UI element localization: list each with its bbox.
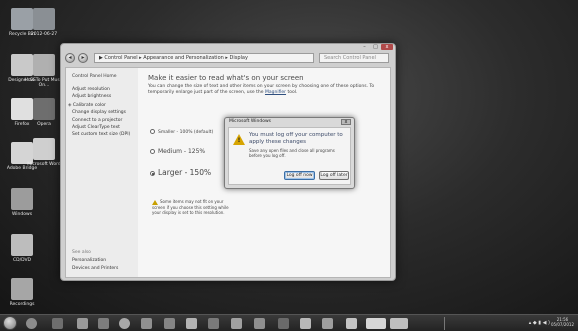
close-button[interactable]: x (381, 44, 393, 50)
forward-button[interactable]: ▸ (78, 53, 88, 63)
devices-printers-link[interactable]: Devices and Printers (72, 266, 118, 271)
dialog-title: Microsoft Windows (229, 119, 271, 124)
app-icon (11, 188, 33, 210)
maximize-button[interactable]: □ (371, 44, 380, 50)
control-panel-taskbar-button[interactable] (366, 318, 386, 329)
minimize-button[interactable]: – (360, 44, 369, 50)
shortcut-icon (33, 54, 55, 76)
option-smaller[interactable]: Smaller - 100% (default) (150, 129, 213, 135)
desktop-icon-opera[interactable]: Opera (24, 98, 64, 127)
left-pane: Control Panel Home Adjust resolution Adj… (66, 68, 138, 277)
log-off-now-button[interactable]: Log off now (284, 171, 315, 180)
option-larger[interactable]: Larger - 150% (150, 168, 211, 177)
clock[interactable]: 21:56 05/07/2012 (551, 317, 574, 327)
desktop-icon-word[interactable]: Microsoft Word (24, 138, 64, 167)
desktop-icon-folder[interactable]: 2012-06-27 (24, 8, 64, 37)
desktop-icon-windows[interactable]: Windows (2, 188, 42, 217)
app-icon[interactable] (231, 318, 242, 329)
skype-icon[interactable] (186, 318, 197, 329)
taskbar: ▴ ◆ ▮ ◀ ) 21:56 05/07/2012 (0, 314, 578, 331)
calibrate-color-label: Calibrate color (72, 103, 106, 108)
radio-button[interactable] (150, 149, 155, 154)
radio-button-selected[interactable] (150, 170, 155, 176)
dialog-subtext: Save any open files and close all progra… (249, 148, 335, 158)
app-icon (11, 278, 33, 300)
change-display-settings-link[interactable]: Change display settings (72, 110, 126, 115)
page-title: Make it easier to read what's on your sc… (148, 74, 304, 82)
description-text: You can change the size of text and othe… (148, 84, 375, 95)
dialog-body: ! You must log off your computer to appl… (228, 127, 351, 185)
adjust-cleartype-link[interactable]: Adjust ClearType text (72, 125, 120, 130)
address-bar[interactable]: ▶ Control Panel ▸ Appearance and Persona… (94, 53, 314, 63)
note-text: Some items may not fit on your screen if… (152, 199, 229, 215)
window-titlebar: – □ x (61, 44, 395, 50)
desktop-icon-recordings[interactable]: Recordings (2, 278, 42, 307)
app-icon[interactable] (254, 318, 265, 329)
desktop-icon-cd[interactable]: CD/DVD (2, 234, 42, 263)
shield-icon: ◈ (68, 103, 72, 108)
app-icon[interactable] (208, 318, 219, 329)
desktop: Recycle Bin 2012-06-27 Designer CS How T… (0, 0, 578, 314)
media-player-icon[interactable] (52, 318, 63, 329)
back-button[interactable]: ◂ (65, 53, 75, 63)
excel-icon[interactable] (98, 318, 109, 329)
system-tray[interactable]: ▴ ◆ ▮ ◀ ) (529, 320, 550, 326)
app-icon[interactable] (346, 318, 357, 329)
active-window-taskbar-button[interactable] (390, 318, 408, 329)
adjust-resolution-link[interactable]: Adjust resolution (72, 87, 110, 92)
taskbar-separator (444, 317, 445, 330)
document-icon (33, 138, 55, 160)
option-label: Larger - 150% (158, 168, 212, 177)
app-icon (33, 98, 55, 120)
dialog-close-button[interactable]: x (341, 119, 351, 125)
app-icon[interactable] (141, 318, 152, 329)
folder-icon (33, 8, 55, 30)
exclamation-icon: ! (237, 137, 241, 144)
connect-projector-link[interactable]: Connect to a projector (72, 118, 122, 123)
chrome-icon[interactable] (119, 318, 130, 329)
ie-icon[interactable] (26, 318, 37, 329)
resolution-note: Some items may not fit on your screen if… (152, 199, 232, 215)
personalization-link[interactable]: Personalization (72, 258, 106, 263)
description-end: tool. (287, 90, 298, 95)
dialog-message: You must log off your computer to apply … (249, 132, 343, 145)
app-icon[interactable] (164, 318, 175, 329)
clock-date: 05/07/2012 (550, 322, 574, 327)
log-off-dialog: Microsoft Windows x ! You must log off y… (224, 117, 355, 189)
custom-text-size-link[interactable]: Set custom text size (DPI) (72, 132, 130, 137)
option-label: Smaller - 100% (default) (158, 130, 214, 135)
calibrate-color-link[interactable]: ◈ Calibrate color (68, 103, 106, 108)
desktop-icon-music[interactable]: How To Put Music On... (24, 54, 64, 88)
mail-icon[interactable] (77, 318, 88, 329)
start-button[interactable] (3, 316, 17, 330)
radio-button[interactable] (150, 129, 155, 134)
control-panel-home-link[interactable]: Control Panel Home (72, 74, 117, 79)
adjust-brightness-link[interactable]: Adjust brightness (72, 94, 111, 99)
app-icon[interactable] (300, 318, 311, 329)
app-icon[interactable] (278, 318, 289, 329)
option-medium[interactable]: Medium - 125% (150, 148, 205, 155)
page-description: You can change the size of text and othe… (148, 84, 388, 96)
magnifier-link[interactable]: Magnifier (265, 90, 286, 95)
navigation-bar: ◂ ▸ ▶ Control Panel ▸ Appearance and Per… (61, 52, 395, 65)
drive-icon (11, 234, 33, 256)
search-input[interactable]: Search Control Panel (319, 53, 389, 63)
option-label: Medium - 125% (158, 148, 206, 155)
app-icon[interactable] (322, 318, 333, 329)
see-also-heading: See also (72, 250, 91, 255)
log-off-later-button[interactable]: Log off later (319, 171, 349, 180)
